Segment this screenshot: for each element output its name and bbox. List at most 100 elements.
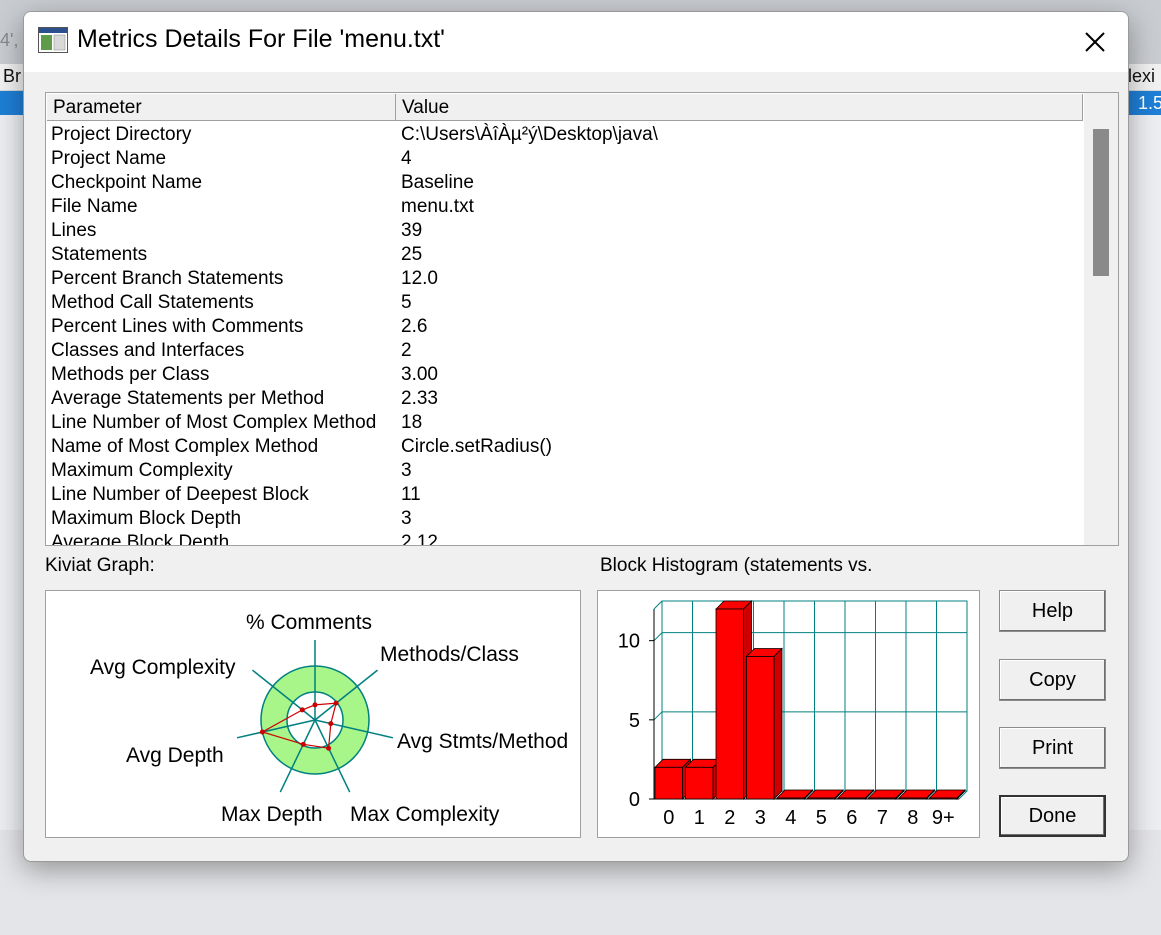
parameter-cell: Methods per Class: [51, 364, 210, 385]
table-row[interactable]: Statements 25: [51, 243, 1081, 267]
background-fragment-right-value: 1.5: [1138, 93, 1161, 113]
value-cell: C:\Users\ÀîÀµ²ý\Desktop\java\: [401, 124, 658, 145]
histogram-bar: [776, 797, 805, 800]
kiviat-axis-label: Methods/Class: [380, 643, 519, 666]
value-cell: 2.12: [401, 532, 438, 546]
table-row[interactable]: Method Call Statements 5: [51, 291, 1081, 315]
background-fragment-top-left: 4',: [0, 30, 19, 50]
value-cell: 3: [401, 508, 412, 529]
help-button[interactable]: Help: [999, 590, 1106, 632]
histogram-bar: [868, 797, 897, 800]
parameter-cell: Percent Branch Statements: [51, 268, 284, 289]
value-cell: 11: [401, 484, 421, 505]
print-button[interactable]: Print: [999, 727, 1106, 769]
scrollbar-thumb[interactable]: [1093, 129, 1109, 276]
block-histogram-chart: 10500 1 2 3 4 5 6 7 8 9+: [618, 600, 968, 829]
value-cell: 3.00: [401, 364, 438, 385]
histogram-x-tick-label: 6: [846, 807, 857, 829]
kiviat-data-point: [312, 702, 318, 708]
histogram-y-tick-label: 0: [629, 789, 640, 811]
histogram-y-tick-label: 5: [629, 710, 640, 732]
table-row[interactable]: Checkpoint Name Baseline: [51, 171, 1081, 195]
kiviat-data-point: [299, 707, 305, 713]
list-header: Parameter Value: [47, 94, 1083, 121]
table-row[interactable]: File Name menu.txt: [51, 195, 1081, 219]
kiviat-axis-label: Avg Depth: [126, 744, 224, 767]
table-row[interactable]: Line Number of Deepest Block 11: [51, 483, 1081, 507]
histogram-x-tick-label: 2: [724, 807, 735, 829]
table-row[interactable]: Line Number of Most Complex Method 18: [51, 411, 1081, 435]
parameter-cell: Line Number of Deepest Block: [51, 484, 309, 505]
table-row[interactable]: Maximum Block Depth 3: [51, 507, 1081, 531]
histogram-bar: [807, 797, 836, 800]
kiviat-data-point: [259, 729, 265, 735]
histogram-x-tick-label: 1: [694, 807, 705, 829]
histogram-x-tick-label: 8: [907, 807, 918, 829]
histogram-y-tick-label: 10: [618, 631, 640, 653]
table-row[interactable]: Percent Branch Statements 12.0: [51, 267, 1081, 291]
table-row[interactable]: Project Directory C:\Users\ÀîÀµ²ý\Desktop…: [51, 123, 1081, 147]
histogram-x-tick-label: 0: [663, 807, 674, 829]
histogram-bar: [654, 766, 683, 800]
value-cell: 2: [401, 340, 412, 361]
table-row[interactable]: Maximum Complexity 3: [51, 459, 1081, 483]
close-button[interactable]: [1072, 24, 1118, 60]
kiviat-axis-label: % Comments: [246, 611, 372, 634]
done-button[interactable]: Done: [999, 795, 1106, 837]
table-row[interactable]: Lines 39: [51, 219, 1081, 243]
histogram-gridline: [653, 711, 663, 721]
close-icon: [1085, 32, 1105, 52]
histogram-bar: [898, 797, 927, 800]
parameter-cell: Percent Lines with Comments: [51, 316, 304, 337]
value-cell: 2.33: [401, 388, 438, 409]
metrics-list[interactable]: Parameter Value Project Directory C:\User…: [45, 92, 1119, 546]
value-cell: 18: [401, 412, 423, 433]
histogram-gridline: [653, 600, 663, 610]
table-row[interactable]: Name of Most Complex Method Circle.setRad…: [51, 435, 1081, 459]
table-row[interactable]: Classes and Interfaces 2: [51, 339, 1081, 363]
value-cell: 5: [401, 292, 412, 313]
parameter-cell: Average Block Depth: [51, 532, 230, 546]
title-bar: Metrics Details For File 'menu.txt': [24, 12, 1128, 72]
histogram-bar: [685, 766, 714, 800]
parameter-cell: Maximum Block Depth: [51, 508, 242, 529]
histogram-x-tick-label: 3: [755, 807, 766, 829]
histogram-bar: [715, 608, 744, 800]
table-row[interactable]: Average Statements per Method 2.33: [51, 387, 1081, 411]
kiviat-graph-panel: % Comments Methods/Class Avg Stmts/Method M…: [45, 590, 581, 838]
parameter-cell: Checkpoint Name: [51, 172, 203, 193]
value-cell: menu.txt: [401, 196, 474, 217]
parameter-cell: Project Name: [51, 148, 167, 169]
value-cell: 39: [401, 220, 423, 241]
table-row[interactable]: Average Block Depth 2.12: [51, 531, 1081, 546]
kiviat-data-point: [326, 745, 332, 751]
parameter-cell: Lines: [51, 220, 97, 241]
table-row[interactable]: Methods per Class 3.00: [51, 363, 1081, 387]
value-cell: Circle.setRadius(): [401, 436, 552, 457]
histogram-bar: [929, 797, 958, 800]
kiviat-data-point: [333, 700, 339, 706]
table-row[interactable]: Percent Lines with Comments 2.6: [51, 315, 1081, 339]
kiviat-axis-label: Max Complexity: [350, 803, 500, 826]
block-histogram-label: Block Histogram (statements vs.: [600, 555, 873, 576]
column-header-parameter[interactable]: Parameter: [47, 94, 396, 120]
value-cell: 4: [401, 148, 412, 169]
value-cell: 2.6: [401, 316, 428, 337]
parameter-cell: File Name: [51, 196, 138, 217]
vertical-scrollbar[interactable]: [1084, 93, 1118, 545]
metrics-details-dialog: Metrics Details For File 'menu.txt' Para…: [23, 11, 1129, 862]
histogram-x-tick-label: 4: [785, 807, 796, 829]
table-row[interactable]: Project Name 4: [51, 147, 1081, 171]
column-header-value[interactable]: Value: [396, 94, 1083, 120]
kiviat-data-point: [300, 741, 306, 747]
copy-button[interactable]: Copy: [999, 659, 1106, 701]
kiviat-axis-label: Avg Complexity: [90, 656, 236, 679]
parameter-cell: Line Number of Most Complex Method: [51, 412, 377, 433]
value-cell: 25: [401, 244, 423, 265]
kiviat-axis-label: Avg Stmts/Method: [397, 730, 568, 753]
parameter-cell: Project Directory: [51, 124, 192, 145]
histogram-x-tick-label: 7: [877, 807, 888, 829]
histogram-gridline: [653, 632, 663, 642]
parameter-cell: Maximum Complexity: [51, 460, 233, 481]
dialog-title: Metrics Details For File 'menu.txt': [77, 25, 445, 53]
